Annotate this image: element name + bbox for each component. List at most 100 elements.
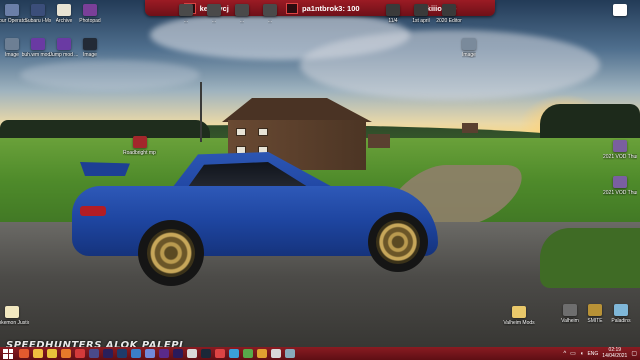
desktop-shortcut-label: 2021 VOD Thumb2fth bbox=[603, 190, 637, 196]
discord-icon[interactable] bbox=[145, 349, 155, 358]
volume-icon[interactable]: ◖ bbox=[580, 351, 584, 357]
network-icon[interactable]: ▭ bbox=[570, 350, 576, 357]
desktop-shortcut-label: Image bbox=[83, 52, 97, 58]
desktop-shortcut-label: Paladins bbox=[611, 318, 631, 324]
image-icon bbox=[5, 38, 19, 50]
file-icon bbox=[57, 4, 71, 16]
desktop-shortcut[interactable]: ... bbox=[199, 4, 229, 24]
purple-app-icon bbox=[31, 38, 45, 50]
app-icon bbox=[386, 4, 400, 16]
desktop-shortcut-label: Archive bbox=[55, 18, 73, 24]
search-icon[interactable] bbox=[19, 349, 29, 358]
app-icon bbox=[414, 4, 428, 16]
barn-window bbox=[236, 128, 246, 136]
desktop-shortcut[interactable]: 2021 VOD Thumb2fth bbox=[603, 176, 637, 196]
app-icon bbox=[179, 4, 193, 16]
app-icon bbox=[235, 4, 249, 16]
player-avatar bbox=[286, 2, 299, 14]
app-icon[interactable] bbox=[187, 349, 197, 358]
car-rim bbox=[147, 229, 195, 277]
wallpaper-car bbox=[72, 148, 438, 286]
app-icon[interactable] bbox=[89, 349, 99, 358]
car-spoiler bbox=[80, 162, 130, 176]
wallpaper-hut bbox=[462, 123, 478, 133]
premiere-icon[interactable] bbox=[103, 349, 113, 358]
desktop-shortcut[interactable] bbox=[605, 4, 635, 18]
wallpaper-cloud bbox=[300, 30, 600, 100]
language-indicator[interactable]: ENG bbox=[587, 351, 598, 357]
image-icon bbox=[83, 38, 97, 50]
photoshop-icon[interactable] bbox=[117, 349, 127, 358]
app-icon[interactable] bbox=[285, 349, 295, 358]
app-icon bbox=[5, 4, 19, 16]
file-explorer-icon[interactable] bbox=[33, 349, 43, 358]
firefox-icon[interactable] bbox=[61, 349, 71, 358]
desktop-shortcut-label: Valheim Mods bbox=[503, 320, 535, 326]
wallpaper-tree bbox=[200, 82, 224, 142]
app-icon[interactable] bbox=[215, 349, 225, 358]
windows-logo-icon bbox=[8, 348, 13, 353]
desktop-shortcut[interactable]: ... bbox=[171, 4, 201, 24]
steam-icon[interactable] bbox=[201, 349, 211, 358]
desktop-shortcut-label: Image bbox=[462, 52, 476, 58]
taskbar: ^ ▭ ◖ ENG 02:19 14/04/2021 ▢ bbox=[0, 347, 640, 360]
app-icon bbox=[207, 4, 221, 16]
app-icon[interactable] bbox=[131, 349, 141, 358]
desktop-shortcut[interactable]: Roadbright mp Vers... bbox=[123, 136, 157, 156]
taskbar-apps bbox=[17, 349, 297, 358]
wallpaper-cloud bbox=[20, 60, 200, 90]
clock[interactable]: 02:19 14/04/2021 bbox=[602, 347, 627, 359]
app-icon bbox=[263, 4, 277, 16]
wallpaper-hut bbox=[368, 134, 390, 148]
image-icon bbox=[462, 38, 476, 50]
chrome-icon[interactable] bbox=[47, 349, 57, 358]
desktop-shortcut-label: Subaru i-Ms bbox=[24, 18, 52, 24]
app-icon[interactable] bbox=[257, 349, 267, 358]
desktop-shortcut[interactable]: ... bbox=[227, 4, 257, 24]
desktop-shortcut-label: Photopad bbox=[79, 18, 101, 24]
desktop-shortcut[interactable]: Image bbox=[454, 38, 484, 58]
desktop-shortcut-label: ... bbox=[183, 18, 189, 24]
desktop-shortcut[interactable]: Paladins bbox=[606, 304, 636, 324]
folder-icon bbox=[613, 4, 627, 16]
barn-roof bbox=[222, 98, 372, 122]
ae-icon[interactable] bbox=[173, 349, 183, 358]
desktop-shortcut[interactable]: Valheim Mods bbox=[503, 306, 535, 326]
app-icon[interactable] bbox=[159, 349, 169, 358]
desktop-shortcut-label: Roadbright mp Vers... bbox=[123, 150, 157, 156]
desktop-shortcut[interactable]: 2021 VOD Thumb2fth bbox=[603, 140, 637, 160]
windows-logo-icon bbox=[3, 354, 8, 359]
app-icon[interactable] bbox=[271, 349, 281, 358]
desktop-shortcut-label: 1st april bbox=[412, 18, 430, 24]
player-entry[interactable]: pa1ntbrok3: 100 bbox=[286, 2, 360, 14]
wallpaper-grass bbox=[540, 228, 640, 288]
desktop-shortcut-label: ... bbox=[211, 18, 217, 24]
desktop-shortcut-label: ... bbox=[267, 18, 273, 24]
desktop-shortcut[interactable]: 11/4 bbox=[378, 4, 408, 24]
desktop-shortcut-label: SMITE bbox=[587, 318, 603, 324]
wallpaper-treeline bbox=[0, 120, 210, 138]
car-rim bbox=[376, 220, 420, 264]
desktop-shortcut[interactable]: Photopad bbox=[75, 4, 105, 24]
desktop-shortcut[interactable]: Pokemon Justice ... bbox=[0, 306, 29, 326]
image-icon bbox=[613, 140, 627, 152]
app-icon[interactable] bbox=[243, 349, 253, 358]
desktop-shortcut[interactable]: 2020 Editor bbox=[434, 4, 464, 24]
app-icon[interactable] bbox=[229, 349, 239, 358]
start-button[interactable] bbox=[3, 348, 13, 359]
desktop-shortcut[interactable]: ... bbox=[255, 4, 285, 24]
valheim-icon bbox=[563, 304, 577, 316]
desktop-shortcut-label: 2020 Editor bbox=[436, 18, 462, 24]
file-icon bbox=[5, 306, 19, 318]
car-wheel bbox=[138, 220, 204, 286]
desktop-shortcut-label: Image bbox=[5, 52, 19, 58]
desktop-shortcut[interactable]: Image bbox=[75, 38, 105, 58]
desktop-shortcut-label: Valheim bbox=[561, 318, 579, 324]
desktop-shortcut[interactable]: 1st april bbox=[406, 4, 436, 24]
winrar-icon bbox=[133, 136, 147, 148]
purple-app-icon bbox=[57, 38, 71, 50]
chevron-up-icon[interactable]: ^ bbox=[563, 351, 566, 357]
notification-icon[interactable]: ▢ bbox=[631, 350, 637, 357]
folder-icon bbox=[31, 4, 45, 16]
app-icon[interactable] bbox=[75, 349, 85, 358]
